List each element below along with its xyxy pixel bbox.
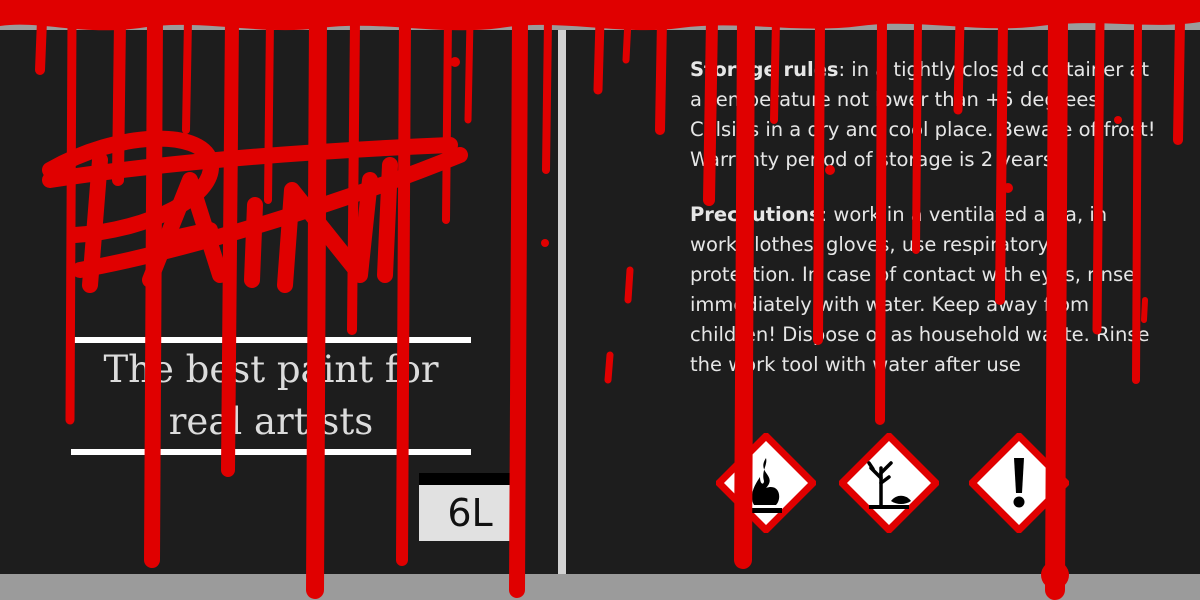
storage-rules-heading: Storage rules	[690, 58, 839, 81]
tagline-box: The best paint for real artists	[71, 337, 471, 455]
storage-rules-text: Storage rules: in a tightly closed conta…	[690, 55, 1160, 175]
exclamation-icon	[969, 433, 1069, 533]
paint-logo	[42, 130, 468, 293]
precautions-text: Precautions: work in a ventilated area, …	[690, 200, 1160, 380]
volume-label: 6L	[447, 491, 493, 535]
precautions-heading: Precautions	[690, 203, 821, 226]
top-frame-band	[0, 0, 1200, 30]
environment-hazard-icon	[839, 433, 939, 533]
bottom-frame-band	[0, 574, 1200, 600]
precautions-body: : work in a ventilated area, in work clo…	[690, 203, 1150, 376]
flame-icon	[716, 433, 816, 533]
tagline-text: The best paint for real artists	[103, 348, 439, 443]
volume-badge: 6L	[419, 473, 521, 541]
label-divider	[558, 30, 566, 574]
